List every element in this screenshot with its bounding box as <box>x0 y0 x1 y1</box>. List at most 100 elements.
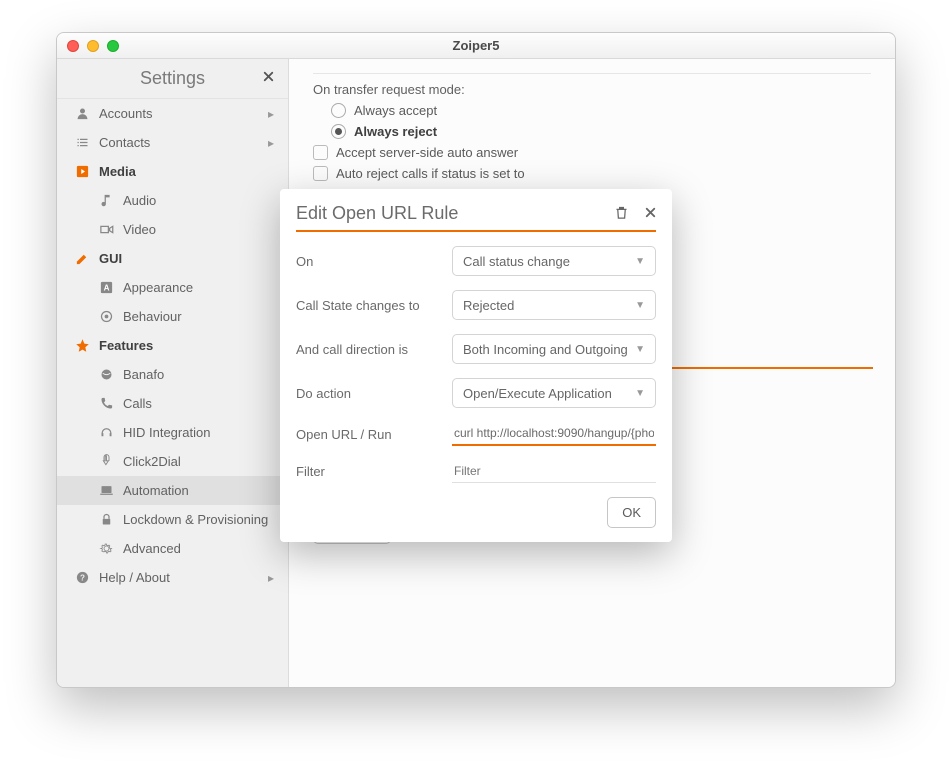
pencil-icon <box>73 251 91 266</box>
chevron-right-icon: ▸ <box>268 136 274 150</box>
dropdown-state[interactable]: Rejected ▼ <box>452 290 656 320</box>
close-settings-button[interactable] <box>261 69 276 89</box>
radio-label: Always accept <box>354 103 437 118</box>
ok-label: OK <box>622 505 641 520</box>
chevron-down-icon: ▼ <box>635 388 645 399</box>
field-label-state: Call State changes to <box>296 298 452 313</box>
field-label-direction: And call direction is <box>296 342 452 357</box>
ok-button[interactable]: OK <box>607 497 656 528</box>
sidebar-item-gui[interactable]: GUI <box>57 244 288 273</box>
sidebar-item-automation[interactable]: Automation <box>57 476 288 505</box>
sidebar-item-contacts[interactable]: Contacts ▸ <box>57 128 288 157</box>
gear-icon <box>97 541 115 556</box>
sidebar-item-label: Audio <box>123 193 156 208</box>
sidebar-item-label: Calls <box>123 396 152 411</box>
sidebar-item-video[interactable]: Video <box>57 215 288 244</box>
radio-icon <box>331 103 346 118</box>
radio-always-accept[interactable]: Always accept <box>331 103 871 118</box>
filter-input[interactable] <box>452 460 656 483</box>
sidebar-item-features[interactable]: Features <box>57 331 288 360</box>
dropdown-on[interactable]: Call status change ▼ <box>452 246 656 276</box>
sidebar-item-label: Lockdown & Provisioning <box>123 512 268 527</box>
laptop-icon <box>97 483 115 498</box>
user-icon <box>73 106 91 121</box>
sidebar-item-label: HID Integration <box>123 425 210 440</box>
radio-icon <box>331 124 346 139</box>
chevron-right-icon: ▸ <box>268 571 274 585</box>
sidebar-title: Settings <box>140 68 205 89</box>
sidebar-item-label: Help / About <box>99 570 170 585</box>
play-icon <box>73 164 91 179</box>
target-icon <box>97 309 115 324</box>
sidebar-item-label: Advanced <box>123 541 181 556</box>
sidebar-item-label: Click2Dial <box>123 454 181 469</box>
svg-text:A: A <box>103 284 109 293</box>
field-label-url: Open URL / Run <box>296 427 452 442</box>
sidebar-item-appearance[interactable]: A Appearance <box>57 273 288 302</box>
delete-rule-button[interactable] <box>614 205 629 225</box>
dropdown-value: Call status change <box>463 254 570 269</box>
transfer-mode-label: On transfer request mode: <box>313 82 871 97</box>
dropdown-action[interactable]: Open/Execute Application ▼ <box>452 378 656 408</box>
star-icon <box>73 338 91 353</box>
close-modal-button[interactable] <box>643 205 658 225</box>
radio-always-reject[interactable]: Always reject <box>331 124 871 139</box>
phone-icon <box>97 396 115 411</box>
titlebar: Zoiper5 <box>57 33 895 59</box>
close-window-button[interactable] <box>67 40 79 52</box>
sidebar-item-lockdown-provisioning[interactable]: Lockdown & Provisioning <box>57 505 288 534</box>
sidebar-item-media[interactable]: Media <box>57 157 288 186</box>
sidebar-item-label: GUI <box>99 251 122 266</box>
window-title: Zoiper5 <box>57 38 895 53</box>
sidebar: Settings Accounts▸ Contacts ▸ Media Audio Vid… <box>57 59 289 687</box>
list-icon <box>73 135 91 150</box>
camera-icon <box>97 222 115 237</box>
svg-text:?: ? <box>80 574 85 583</box>
sidebar-item-label: Video <box>123 222 156 237</box>
sidebar-header: Settings <box>57 59 288 99</box>
sidebar-item-calls[interactable]: Calls <box>57 389 288 418</box>
modal-title: Edit Open URL Rule <box>296 203 656 224</box>
checkbox-icon <box>313 145 328 160</box>
sidebar-item-label: Features <box>99 338 153 353</box>
checkbox-icon <box>313 166 328 181</box>
sidebar-item-label: Behaviour <box>123 309 182 324</box>
sidebar-item-accounts[interactable]: Accounts▸ <box>57 99 288 128</box>
open-url-input[interactable] <box>452 422 656 446</box>
pointer-icon <box>97 454 115 469</box>
sidebar-item-hid-integration[interactable]: HID Integration <box>57 418 288 447</box>
sidebar-item-help-about[interactable]: ? Help / About ▸ <box>57 563 288 592</box>
sidebar-item-banafo[interactable]: Banafo <box>57 360 288 389</box>
close-icon <box>261 69 276 84</box>
chevron-down-icon: ▼ <box>635 344 645 355</box>
minimize-window-button[interactable] <box>87 40 99 52</box>
sidebar-item-label: Appearance <box>123 280 193 295</box>
sidebar-item-click2dial[interactable]: Click2Dial <box>57 447 288 476</box>
dropdown-direction[interactable]: Both Incoming and Outgoing ▼ <box>452 334 656 364</box>
sidebar-item-advanced[interactable]: Advanced <box>57 534 288 563</box>
field-label-on: On <box>296 254 452 269</box>
lock-icon <box>97 512 115 527</box>
chevron-right-icon: ▸ <box>268 107 274 121</box>
sidebar-item-behaviour[interactable]: Behaviour <box>57 302 288 331</box>
radio-label: Always reject <box>354 124 437 139</box>
ball-icon <box>97 367 115 382</box>
sidebar-item-label: Media <box>99 164 136 179</box>
close-icon <box>643 205 658 220</box>
field-label-filter: Filter <box>296 464 452 479</box>
maximize-window-button[interactable] <box>107 40 119 52</box>
sidebar-item-label: Automation <box>123 483 189 498</box>
headset-icon <box>97 425 115 440</box>
a-icon: A <box>97 280 115 295</box>
check-server-auto-answer[interactable]: Accept server-side auto answer <box>313 145 871 160</box>
trash-icon <box>614 205 629 220</box>
chevron-down-icon: ▼ <box>635 256 645 267</box>
sidebar-item-label: Banafo <box>123 367 164 382</box>
check-label: Auto reject calls if status is set to <box>336 166 525 181</box>
sidebar-item-label: Contacts <box>99 135 150 150</box>
field-label-action: Do action <box>296 386 452 401</box>
sidebar-item-audio[interactable]: Audio <box>57 186 288 215</box>
check-auto-reject-status[interactable]: Auto reject calls if status is set to <box>313 166 871 181</box>
chevron-down-icon: ▼ <box>635 300 645 311</box>
help-icon: ? <box>73 570 91 585</box>
